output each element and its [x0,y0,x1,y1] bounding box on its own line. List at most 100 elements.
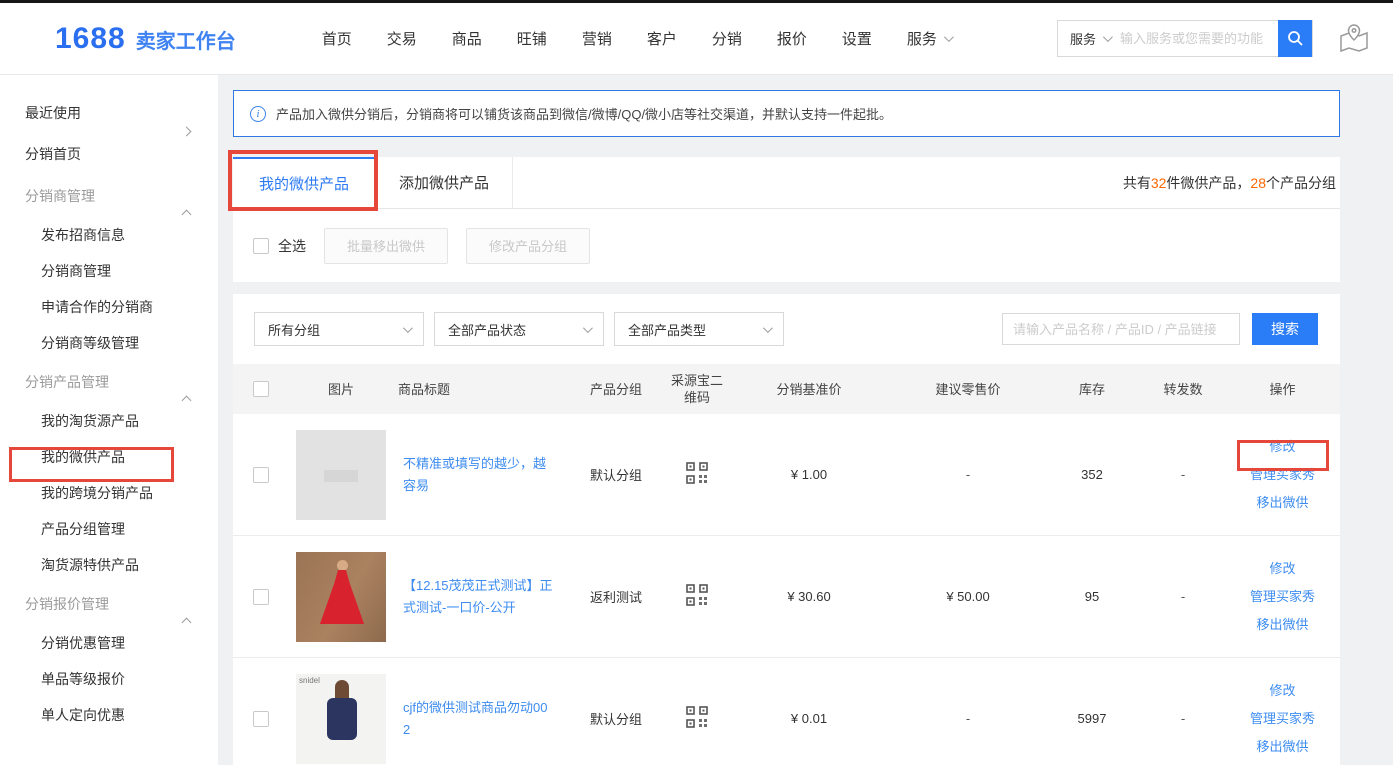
sidebar-section-quotation-management[interactable]: 分销报价管理 [0,583,218,625]
qrcode-icon[interactable] [685,461,709,488]
tab-add-weigong-products[interactable]: 添加微供产品 [375,157,513,208]
sidebar-section-distribution-product-management[interactable]: 分销产品管理 [0,361,218,403]
product-search-area: 搜索 [1002,313,1318,345]
sidebar-section-distributor-management[interactable]: 分销商管理 [0,175,218,217]
modify-link[interactable]: 修改 [1225,433,1340,461]
sidebar-item-single-item-level-quotation[interactable]: 单品等级报价 [0,661,218,697]
group-filter-select[interactable]: 所有分组 [254,312,424,346]
nav-item-quotation[interactable]: 报价 [777,28,807,49]
sidebar-section-label: 分销商管理 [25,188,95,204]
sidebar-item-recently-used[interactable]: 最近使用 [0,93,218,134]
modify-link[interactable]: 修改 [1225,677,1340,705]
nav-item-home[interactable]: 首页 [322,28,352,49]
col-header-base-price: 分销基准价 [725,381,893,398]
forward-count: - [1141,589,1225,604]
type-filter-select[interactable]: 全部产品类型 [614,312,784,346]
nav-item-distribution[interactable]: 分销 [712,28,742,49]
product-title-link[interactable]: 【12.15茂茂正式测试】正式测试-一口价-公开 [403,575,553,619]
product-title-link[interactable]: 不精准或填写的越少，越容易 [403,453,553,497]
tab-my-weigong-products[interactable]: 我的微供产品 [233,157,375,208]
sidebar-item-label: 我的微供产品 [41,449,125,465]
summary-part: 共有 [1123,173,1151,193]
nav-item-settings[interactable]: 设置 [842,28,872,49]
sidebar-item-cooperation-applicants[interactable]: 申请合作的分销商 [0,289,218,325]
sidebar-item-label: 分销商管理 [41,263,111,279]
product-image[interactable] [296,430,386,520]
row-actions: 修改 管理买家秀 移出微供 [1225,677,1340,761]
modify-group-button[interactable]: 修改产品分组 [466,228,590,264]
product-list-card: 所有分组 全部产品状态 全部产品类型 搜索 图片 [233,294,1340,765]
nav-item-trade[interactable]: 交易 [387,28,417,49]
sidebar-item-publish-investment-info[interactable]: 发布招商信息 [0,217,218,253]
nav-item-product[interactable]: 商品 [452,28,482,49]
sitemap-icon[interactable] [1337,23,1371,55]
sidebar-section-label: 分销报价管理 [25,596,109,612]
sidebar-item-discount-management[interactable]: 分销优惠管理 [0,625,218,661]
summary-part: 件微供产品， [1166,173,1250,193]
status-filter-select[interactable]: 全部产品状态 [434,312,604,346]
suggested-price: - [893,711,1043,726]
header-search-button[interactable] [1278,20,1312,57]
chevron-down-icon [403,323,413,333]
sidebar-item-distributor-management[interactable]: 分销商管理 [0,253,218,289]
search-button[interactable]: 搜索 [1252,313,1318,345]
sidebar-item-taohuoyuan-products[interactable]: 我的淘货源产品 [0,403,218,439]
col-header-suggested-price: 建议零售价 [893,381,1043,398]
product-image[interactable] [296,552,386,642]
sidebar-item-weigong-products[interactable]: 我的微供产品 [0,439,218,475]
nav-item-shop[interactable]: 旺铺 [517,28,547,49]
nav-item-marketing[interactable]: 营销 [582,28,612,49]
select-all-label: 全选 [278,236,306,256]
manage-buyer-show-link[interactable]: 管理买家秀 [1225,583,1340,611]
sidebar-item-label: 申请合作的分销商 [41,299,153,315]
sidebar-item-individual-targeted-discount[interactable]: 单人定向优惠 [0,697,218,733]
nav-item-customer[interactable]: 客户 [647,28,677,49]
sidebar-item-distributor-level-management[interactable]: 分销商等级管理 [0,325,218,361]
modify-link[interactable]: 修改 [1225,555,1340,583]
sidebar-item-product-group-management[interactable]: 产品分组管理 [0,511,218,547]
chevron-down-icon [763,323,773,333]
sidebar-item-label: 单品等级报价 [41,671,125,687]
select-all-checkbox[interactable] [253,238,269,254]
nav-item-services[interactable]: 服务 [907,28,951,49]
forward-count: - [1141,711,1225,726]
logo-1688[interactable]: 1688 卖家工作台 [55,22,236,56]
sidebar-item-label: 最近使用 [25,105,81,121]
summary-text: 共有32件微供产品，28个产品分组 [1123,157,1340,208]
qrcode-icon[interactable] [685,583,709,610]
photo-model-head [337,560,348,571]
remove-from-weigong-link[interactable]: 移出微供 [1225,611,1340,639]
manage-buyer-show-link[interactable]: 管理买家秀 [1225,461,1340,489]
batch-remove-button[interactable]: 批量移出微供 [324,228,448,264]
base-price: ¥ 30.60 [725,589,893,604]
tab-strip: 我的微供产品 添加微供产品 共有32件微供产品，28个产品分组 [233,157,1340,209]
manage-buyer-show-link[interactable]: 管理买家秀 [1225,705,1340,733]
row-checkbox[interactable] [253,711,269,727]
search-category-select[interactable]: 服务 [1070,29,1110,48]
product-image[interactable]: snidel [296,674,386,764]
qrcode-icon[interactable] [685,705,709,732]
col-header-forward-count: 转发数 [1141,381,1225,398]
bulk-toolbar: 全选 批量移出微供 修改产品分组 [233,209,1340,282]
remove-from-weigong-link[interactable]: 移出微供 [1225,733,1340,761]
table-header-row: 图片 商品标题 产品分组 采源宝二维码 分销基准价 建议零售价 库存 转发数 操… [233,364,1340,414]
sidebar-item-cross-border-products[interactable]: 我的跨境分销产品 [0,475,218,511]
col-header-group: 产品分组 [563,381,669,398]
logo-brand-text: 1688 [55,22,126,56]
remove-from-weigong-link[interactable]: 移出微供 [1225,489,1340,517]
header-search-input[interactable] [1120,31,1278,46]
sidebar-section-label: 分销产品管理 [25,374,109,390]
row-checkbox[interactable] [253,589,269,605]
chevron-down-icon [583,323,593,333]
sidebar-item-taohuoyuan-special-products[interactable]: 淘货源特供产品 [0,547,218,583]
base-price: ¥ 1.00 [725,467,893,482]
search-category-label: 服务 [1070,29,1096,48]
suggested-price: - [893,467,1043,482]
product-title-link[interactable]: cjf的微供测试商品勿动002 [403,697,553,741]
select-value: 全部产品状态 [448,320,526,339]
sidebar-item-distribution-home[interactable]: 分销首页 [0,134,218,175]
product-search-input[interactable] [1002,313,1240,345]
col-header-image: 图片 [289,381,393,398]
header-checkbox[interactable] [253,381,269,397]
row-checkbox[interactable] [253,467,269,483]
